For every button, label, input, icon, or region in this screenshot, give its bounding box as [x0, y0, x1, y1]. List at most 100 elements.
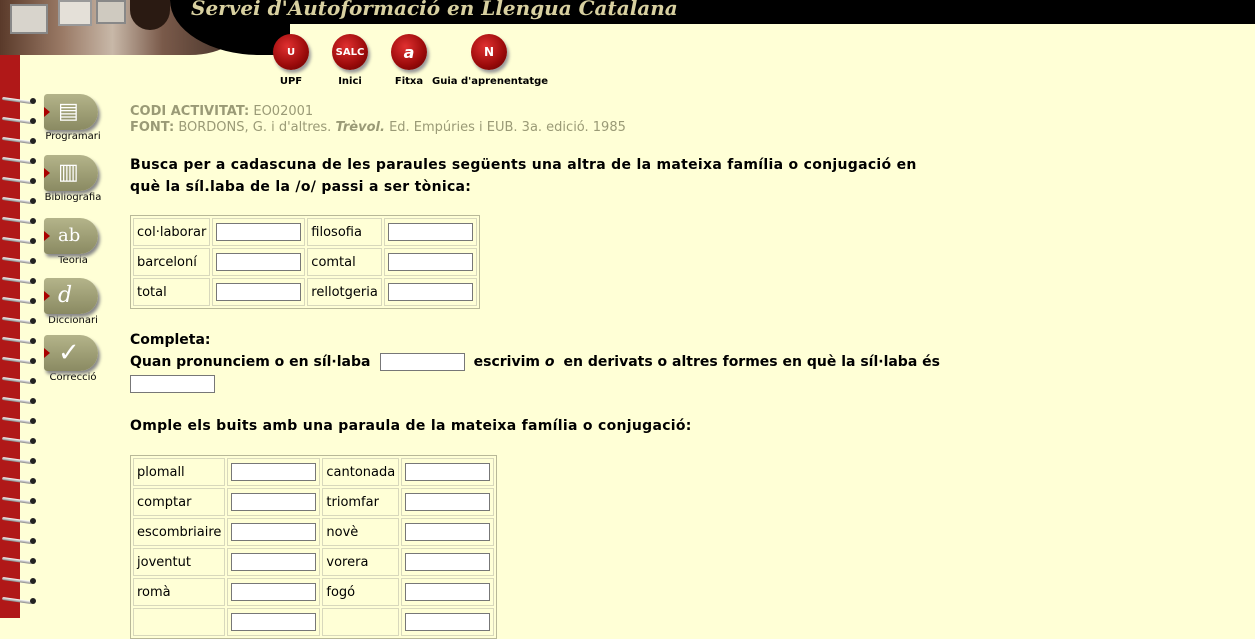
exercise1-table: col·laborar filosofia barceloní comtal total… [130, 215, 480, 309]
ring-binding [2, 436, 36, 446]
word-cell: romà [133, 578, 226, 606]
activity-meta: CODI ACTIVITAT: EO02001 FONT: BORDONS, G… [130, 104, 940, 136]
ring-binding [2, 316, 36, 326]
sidebar-item-label: Teoria [58, 255, 88, 266]
nav-fitxa-button[interactable]: a Fitxa [386, 34, 432, 87]
exercise2-text-3: en derivats o altres formes en què la sí… [563, 354, 940, 370]
exercise3-answer-input[interactable] [405, 463, 491, 481]
answer-cell [401, 458, 495, 486]
table-row: total rellotgeria [133, 278, 477, 306]
nav-upf-button[interactable]: U UPF [268, 34, 314, 87]
checkmark-icon: ✓ [58, 338, 80, 368]
ring-binding [2, 396, 36, 406]
ring-binding [2, 96, 36, 106]
exercise3-answer-input[interactable] [231, 553, 317, 571]
answer-cell [383, 248, 477, 276]
answer-cell [227, 458, 321, 486]
table-row: joventut vorera [133, 548, 495, 576]
word-cell: rellotgeria [307, 278, 382, 306]
word-cell: vorera [322, 548, 400, 576]
exercise1-answer-input[interactable] [387, 283, 473, 301]
ring-binding [2, 216, 36, 226]
answer-cell [227, 488, 321, 516]
exercise2-text-1: Quan pronunciem o en síl·laba [130, 354, 371, 370]
main-content: CODI ACTIVITAT: EO02001 FONT: BORDONS, G… [130, 104, 940, 639]
word-cell: cantonada [322, 458, 400, 486]
exercise3-answer-input[interactable] [231, 493, 317, 511]
monitor-image [58, 0, 92, 26]
ring-binding [2, 416, 36, 426]
fitxa-icon: a [391, 34, 427, 70]
answer-cell [212, 248, 306, 276]
exercise3-answer-input[interactable] [405, 493, 491, 511]
ring-binding [2, 556, 36, 566]
ring-binding [2, 236, 36, 246]
exercise3-instruction: Omple els buits amb una paraula de la ma… [130, 418, 692, 434]
code-label: CODI ACTIVITAT: [130, 104, 250, 119]
exercise1-answer-input[interactable] [216, 283, 302, 301]
answer-cell [401, 578, 495, 606]
exercise1-instruction: Busca per a cadascuna de les paraules se… [130, 157, 917, 195]
sidebar-item-label: Programari [45, 131, 101, 142]
ring-binding [2, 176, 36, 186]
ring-binding [2, 256, 36, 266]
nav-inici-label: Inici [338, 76, 362, 87]
exercise3-answer-input[interactable] [405, 553, 491, 571]
ring-binding [2, 196, 36, 206]
sidebar-item-diccionari[interactable]: d Diccionari [42, 278, 104, 326]
exercise3-answer-input[interactable] [231, 523, 317, 541]
source-prefix: BORDONS, G. i d'altres. [178, 120, 332, 135]
exercise2-title: Completa: [130, 332, 211, 348]
word-cell: escombriaire [133, 518, 226, 546]
sidebar-item-teoria[interactable]: ab Teoria [42, 218, 104, 266]
exercise2: Completa: Quan pronunciem o en síl·laba … [130, 329, 940, 395]
ring-binding [2, 116, 36, 126]
sidebar-item-label: Bibliografia [44, 192, 102, 203]
exercise3-answer-input[interactable] [231, 583, 317, 601]
ring-binding [2, 516, 36, 526]
answer-cell [401, 518, 495, 546]
word-cell: total [133, 278, 211, 306]
notebook-rings [0, 96, 40, 618]
exercise3-answer-input[interactable] [231, 463, 317, 481]
sidebar-item-bibliografia[interactable]: ▥ Bibliografia [42, 155, 104, 203]
exercise1-answer-input[interactable] [387, 223, 473, 241]
nav-inici-button[interactable]: SALC Inici [327, 34, 373, 87]
book-icon: ▥ [58, 160, 79, 185]
table-row [133, 608, 495, 636]
dictionary-icon: d [58, 283, 73, 308]
exercise3-answer-input[interactable] [405, 613, 491, 631]
ring-binding [2, 496, 36, 506]
exercise3-answer-input[interactable] [405, 583, 491, 601]
table-row: barceloní comtal [133, 248, 477, 276]
exercise3-answer-input[interactable] [405, 523, 491, 541]
answer-cell [212, 218, 306, 246]
word-cell: novè [322, 518, 400, 546]
nav-guia-label: Guia d'aprenentatge [432, 76, 549, 87]
exercise1-answer-input[interactable] [387, 253, 473, 271]
nav-upf-label: UPF [279, 76, 303, 87]
nav-guia-button[interactable]: N Guia d'aprenentatge [432, 34, 549, 87]
ring-binding [2, 276, 36, 286]
word-cell: col·laborar [133, 218, 211, 246]
exercise1-answer-input[interactable] [216, 253, 302, 271]
word-cell [133, 608, 226, 636]
completa-field-1[interactable] [379, 353, 465, 371]
monitor-image [10, 4, 48, 34]
word-cell: barceloní [133, 248, 211, 276]
exercise1-answer-input[interactable] [216, 223, 302, 241]
student-image [130, 0, 170, 30]
answer-cell [383, 278, 477, 306]
sidebar-item-label: Correcció [49, 372, 97, 383]
table-row: escombriaire novè [133, 518, 495, 546]
exercise3-answer-input[interactable] [231, 613, 317, 631]
word-cell: filosofia [307, 218, 382, 246]
sidebar-item-correccio[interactable]: ✓ Correcció [42, 335, 104, 383]
table-row: romà fogó [133, 578, 495, 606]
sidebar-item-programari[interactable]: ▤ Programari [42, 94, 104, 142]
exercise2-italic: o [544, 354, 555, 370]
answer-cell [401, 608, 495, 636]
source-suffix: Ed. Empúries i EUB. 3a. edició. 1985 [389, 120, 626, 135]
ring-binding [2, 296, 36, 306]
completa-field-2[interactable] [130, 375, 215, 393]
